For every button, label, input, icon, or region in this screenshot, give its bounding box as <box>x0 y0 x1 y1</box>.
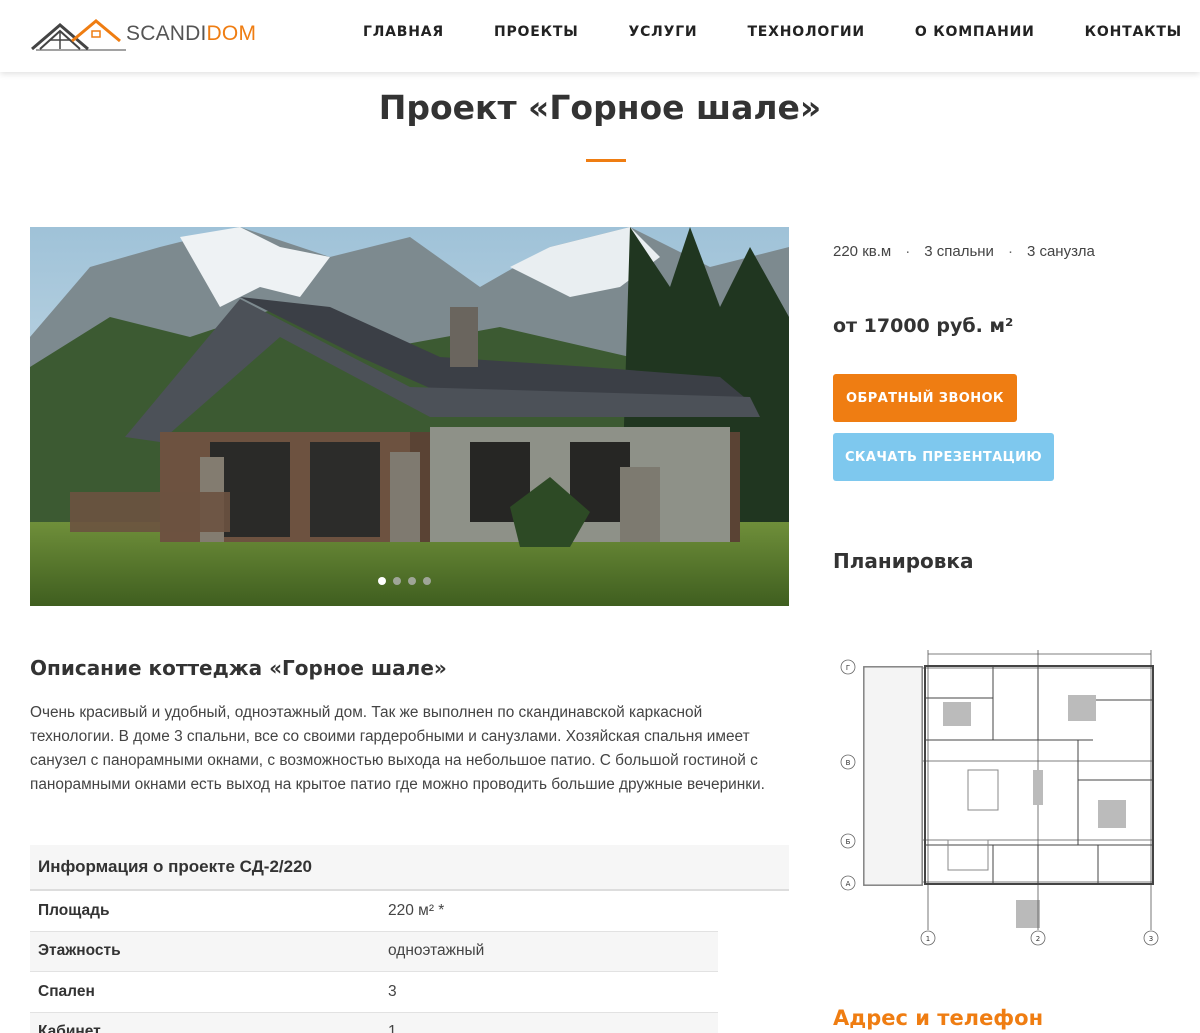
chalet-photo <box>30 227 789 606</box>
project-info-table: Площадь 220 м² * Этажность одноэтажный С… <box>30 891 718 1033</box>
info-value: 220 м² * <box>388 901 445 919</box>
axis-row-b: Б <box>846 838 851 846</box>
nav-item-about[interactable]: О КОМПАНИИ <box>915 24 1035 40</box>
info-value: 3 <box>388 982 397 1000</box>
logo-text: SCANDIDOM <box>126 22 256 46</box>
title-divider <box>586 159 626 162</box>
axis-col-1: 1 <box>926 935 930 943</box>
address-phone-title: Адрес и телефон <box>833 1006 1044 1030</box>
axis-row-g: Г <box>846 664 850 672</box>
info-value: одноэтажный <box>388 942 485 960</box>
floor-plan-image[interactable]: Г В Б А 1 2 3 <box>833 640 1165 950</box>
house-roof-logo-icon <box>31 19 126 51</box>
table-row: Площадь 220 м² * <box>30 891 718 932</box>
axis-row-v: В <box>846 759 851 767</box>
nav-item-contacts[interactable]: КОНТАКТЫ <box>1085 24 1182 40</box>
page-title: Проект «Горное шале» <box>378 88 822 127</box>
axis-col-3: 3 <box>1149 935 1153 943</box>
spec-separator: · <box>1007 243 1013 260</box>
spec-bathrooms: 3 санузла <box>1026 243 1095 260</box>
gallery-dot-2[interactable] <box>393 577 401 585</box>
info-key: Кабинет <box>38 1023 101 1033</box>
logo-text-dom: DOM <box>206 22 257 45</box>
download-presentation-button[interactable]: СКАЧАТЬ ПРЕЗЕНТАЦИЮ <box>833 433 1054 481</box>
main-nav: ГЛАВНАЯ ПРОЕКТЫ УСЛУГИ ТЕХНОЛОГИИ О КОМП… <box>313 24 1182 40</box>
logo[interactable]: SCANDIDOM <box>30 14 260 54</box>
table-row: Спален 3 <box>30 972 718 1013</box>
nav-item-home[interactable]: ГЛАВНАЯ <box>363 24 444 40</box>
table-row: Этажность одноэтажный <box>30 931 718 972</box>
spec-area: 220 кв.м <box>833 243 892 260</box>
nav-item-services[interactable]: УСЛУГИ <box>629 24 698 40</box>
description-text: Очень красивый и удобный, одноэтажный до… <box>30 704 765 793</box>
info-value: 1 <box>388 1023 397 1033</box>
logo-text-scandi: SCANDI <box>126 22 207 45</box>
info-key: Этажность <box>38 942 121 960</box>
project-info-title: Информация о проекте СД-2/220 <box>30 845 789 891</box>
spec-bedrooms: 3 спальни <box>924 243 994 260</box>
gallery-dot-1[interactable] <box>378 577 386 585</box>
gallery-dot-4[interactable] <box>423 577 431 585</box>
nav-item-projects[interactable]: ПРОЕКТЫ <box>494 24 579 40</box>
gallery-dots <box>378 577 438 585</box>
project-specs: 220 кв.м · 3 спальни · 3 санузла <box>833 243 1095 260</box>
axis-row-a: А <box>846 880 851 888</box>
callback-button[interactable]: ОБРАТНЫЙ ЗВОНОК <box>833 374 1017 422</box>
info-key: Площадь <box>38 901 110 919</box>
info-key: Спален <box>38 982 95 1000</box>
description-title: Описание коттеджа «Горное шале» <box>30 656 447 680</box>
table-row: Кабинет 1 <box>30 1012 718 1033</box>
spec-separator: · <box>905 243 911 260</box>
axis-col-2: 2 <box>1036 935 1040 943</box>
project-gallery[interactable] <box>30 227 789 606</box>
site-header: SCANDIDOM ГЛАВНАЯ ПРОЕКТЫ УСЛУГИ ТЕХНОЛО… <box>0 0 1200 72</box>
gallery-dot-3[interactable] <box>408 577 416 585</box>
nav-item-technologies[interactable]: ТЕХНОЛОГИИ <box>747 24 864 40</box>
price: от 17000 руб. м² <box>833 315 1014 337</box>
floor-plan-title: Планировка <box>833 549 974 573</box>
